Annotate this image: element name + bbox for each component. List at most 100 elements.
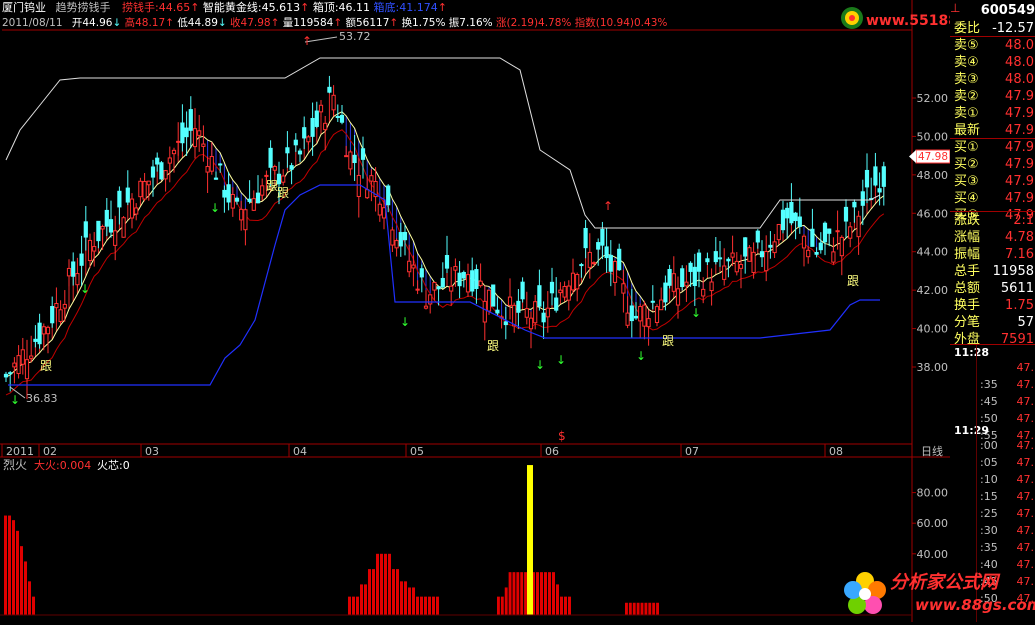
candle-body[interactable] (436, 286, 441, 290)
candle-body[interactable] (722, 265, 727, 280)
stat-row[interactable]: 涨幅 4.78 (950, 229, 1035, 246)
candle-body[interactable] (281, 175, 286, 183)
candle-body[interactable] (558, 289, 563, 294)
candle-body[interactable] (562, 286, 567, 298)
candle-body[interactable] (848, 226, 853, 239)
candle-body[interactable] (608, 254, 613, 272)
candle-body[interactable] (856, 215, 861, 238)
candle-body[interactable] (768, 244, 773, 248)
candle-body[interactable] (92, 246, 97, 252)
candle-body[interactable] (138, 180, 143, 198)
candle-body[interactable] (629, 305, 634, 322)
candle-body[interactable] (381, 207, 387, 219)
candle-body[interactable] (612, 260, 618, 283)
candle-body[interactable] (117, 190, 122, 208)
candle-body[interactable] (633, 315, 639, 319)
candle-body[interactable] (444, 255, 450, 269)
candle-body[interactable] (268, 147, 273, 168)
candle-body[interactable] (482, 300, 487, 323)
candle-body[interactable] (709, 281, 714, 292)
candle-body[interactable] (474, 269, 479, 290)
candle-body[interactable] (495, 309, 500, 314)
candle-body[interactable] (457, 272, 462, 287)
candle-body[interactable] (87, 239, 93, 262)
candle-body[interactable] (453, 266, 458, 271)
candle-body[interactable] (197, 130, 202, 136)
candle-body[interactable] (831, 251, 836, 263)
candle-body[interactable] (344, 155, 349, 158)
candle-body[interactable] (176, 140, 181, 143)
candle-body[interactable] (113, 230, 118, 246)
bid-row[interactable]: 买④ 47.9 (950, 190, 1035, 207)
candle-body[interactable] (264, 174, 269, 177)
candle-body[interactable] (20, 349, 25, 365)
candle-body[interactable] (423, 305, 429, 309)
candle-body[interactable] (394, 240, 399, 249)
candle-body[interactable] (818, 242, 823, 251)
ask-row[interactable]: 卖⑤ 48.0 (950, 37, 1035, 54)
candle-body[interactable] (12, 362, 17, 368)
candle-body[interactable] (327, 86, 332, 93)
candle-body[interactable] (251, 198, 256, 211)
candle-body[interactable] (688, 262, 693, 272)
candle-body[interactable] (701, 288, 706, 297)
bid-row[interactable]: 买② 47.9 (950, 156, 1035, 173)
candle-body[interactable] (675, 288, 681, 306)
candle-body[interactable] (793, 212, 798, 222)
candle-body[interactable] (255, 192, 261, 204)
candle-body[interactable] (142, 181, 147, 200)
candle-body[interactable] (297, 150, 303, 155)
candle-body[interactable] (835, 230, 840, 233)
candle-body[interactable] (205, 166, 210, 173)
candle-body[interactable] (465, 274, 471, 293)
candle-body[interactable] (520, 281, 525, 300)
candle-body[interactable] (583, 227, 588, 249)
candle-body[interactable] (524, 308, 529, 318)
candle-body[interactable] (797, 216, 802, 227)
stat-row[interactable]: 换手 1.75 (950, 297, 1035, 314)
candle-body[interactable] (188, 109, 193, 131)
candle-body[interactable] (37, 322, 42, 345)
candle-body[interactable] (747, 247, 752, 262)
candle-body[interactable] (339, 114, 345, 123)
candle-body[interactable] (839, 236, 844, 257)
candle-body[interactable] (642, 304, 647, 327)
candle-body[interactable] (852, 201, 857, 208)
candle-body[interactable] (470, 270, 475, 292)
candle-body[interactable] (386, 185, 391, 206)
candle-body[interactable] (3, 373, 9, 378)
candle-body[interactable] (776, 224, 781, 241)
candle-body[interactable] (209, 156, 214, 172)
candle-body[interactable] (369, 175, 374, 182)
candle-body[interactable] (402, 231, 408, 241)
candle-body[interactable] (638, 306, 643, 322)
candle-body[interactable] (596, 242, 601, 250)
candle-body[interactable] (243, 209, 248, 231)
candle-body[interactable] (507, 296, 513, 306)
candle-body[interactable] (545, 307, 550, 318)
candle-body[interactable] (310, 117, 315, 137)
candle-body[interactable] (860, 191, 865, 206)
candle-body[interactable] (486, 289, 492, 312)
candle-body[interactable] (96, 220, 101, 242)
candle-body[interactable] (528, 317, 534, 330)
ask-row[interactable]: 卖② 47.9 (950, 88, 1035, 105)
candle-body[interactable] (58, 309, 63, 322)
candle-body[interactable] (537, 285, 542, 307)
candle-body[interactable] (789, 201, 794, 224)
candle-body[interactable] (810, 228, 815, 247)
candle-body[interactable] (814, 252, 819, 255)
stat-row[interactable]: 涨跌 2.1 (950, 212, 1035, 229)
candle-body[interactable] (764, 251, 769, 272)
candle-body[interactable] (239, 208, 244, 221)
candle-body[interactable] (125, 187, 130, 203)
candle-body[interactable] (318, 104, 324, 113)
candle-body[interactable] (75, 273, 80, 286)
candle-body[interactable] (377, 203, 382, 216)
candle-body[interactable] (503, 321, 508, 326)
bid-row[interactable]: 买① 47.9 (950, 139, 1035, 156)
candle-body[interactable] (785, 207, 790, 219)
stat-row[interactable]: 总额 5611 (950, 280, 1035, 297)
candle-body[interactable] (541, 312, 546, 323)
candle-body[interactable] (570, 272, 576, 291)
